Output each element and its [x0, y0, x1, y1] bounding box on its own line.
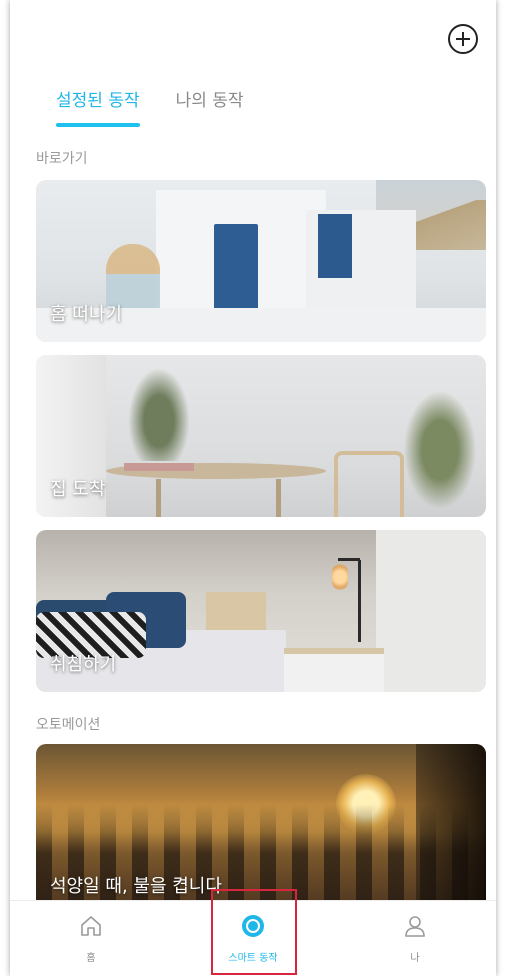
- section-label-shortcuts: 바로가기: [36, 151, 88, 167]
- card-title: 홈 떠나기: [50, 304, 122, 325]
- add-button[interactable]: [448, 24, 478, 54]
- shortcut-card-go-to-bed[interactable]: 취침하기: [36, 530, 486, 692]
- automation-card-sunset-lights[interactable]: 석양일 때, 불을 켭니다: [36, 744, 486, 914]
- person-icon: [402, 913, 428, 943]
- plus-icon: [456, 32, 470, 46]
- nav-item-home[interactable]: 홈: [10, 901, 172, 976]
- nav-item-me[interactable]: 나: [334, 901, 496, 976]
- smart-action-icon: [240, 913, 266, 943]
- section-label-automation: 오토메이션: [36, 717, 101, 733]
- nav-label-home: 홈: [86, 953, 96, 964]
- shortcut-card-arrive-home[interactable]: 집 도착: [36, 355, 486, 517]
- tab-preset-actions[interactable]: 설정된 동작: [56, 86, 140, 127]
- card-title: 취침하기: [50, 654, 117, 675]
- tab-my-actions[interactable]: 나의 동작: [176, 86, 244, 121]
- nav-label-me: 나: [410, 953, 420, 964]
- app-screen: 설정된 동작 나의 동작 바로가기 홈 떠나기 집 도착 취침하기 오토메이션 …: [10, 0, 496, 976]
- nav-item-smart-action[interactable]: 스마트 동작: [172, 901, 334, 976]
- shortcut-card-leave-home[interactable]: 홈 떠나기: [36, 180, 486, 342]
- home-icon: [78, 913, 104, 943]
- card-title: 집 도착: [50, 479, 106, 500]
- card-title: 석양일 때, 불을 켭니다: [50, 876, 222, 897]
- nav-label-smart-action: 스마트 동작: [228, 953, 278, 964]
- tab-bar: 설정된 동작 나의 동작: [56, 86, 244, 127]
- bottom-nav: 홈 스마트 동작 나: [10, 900, 496, 976]
